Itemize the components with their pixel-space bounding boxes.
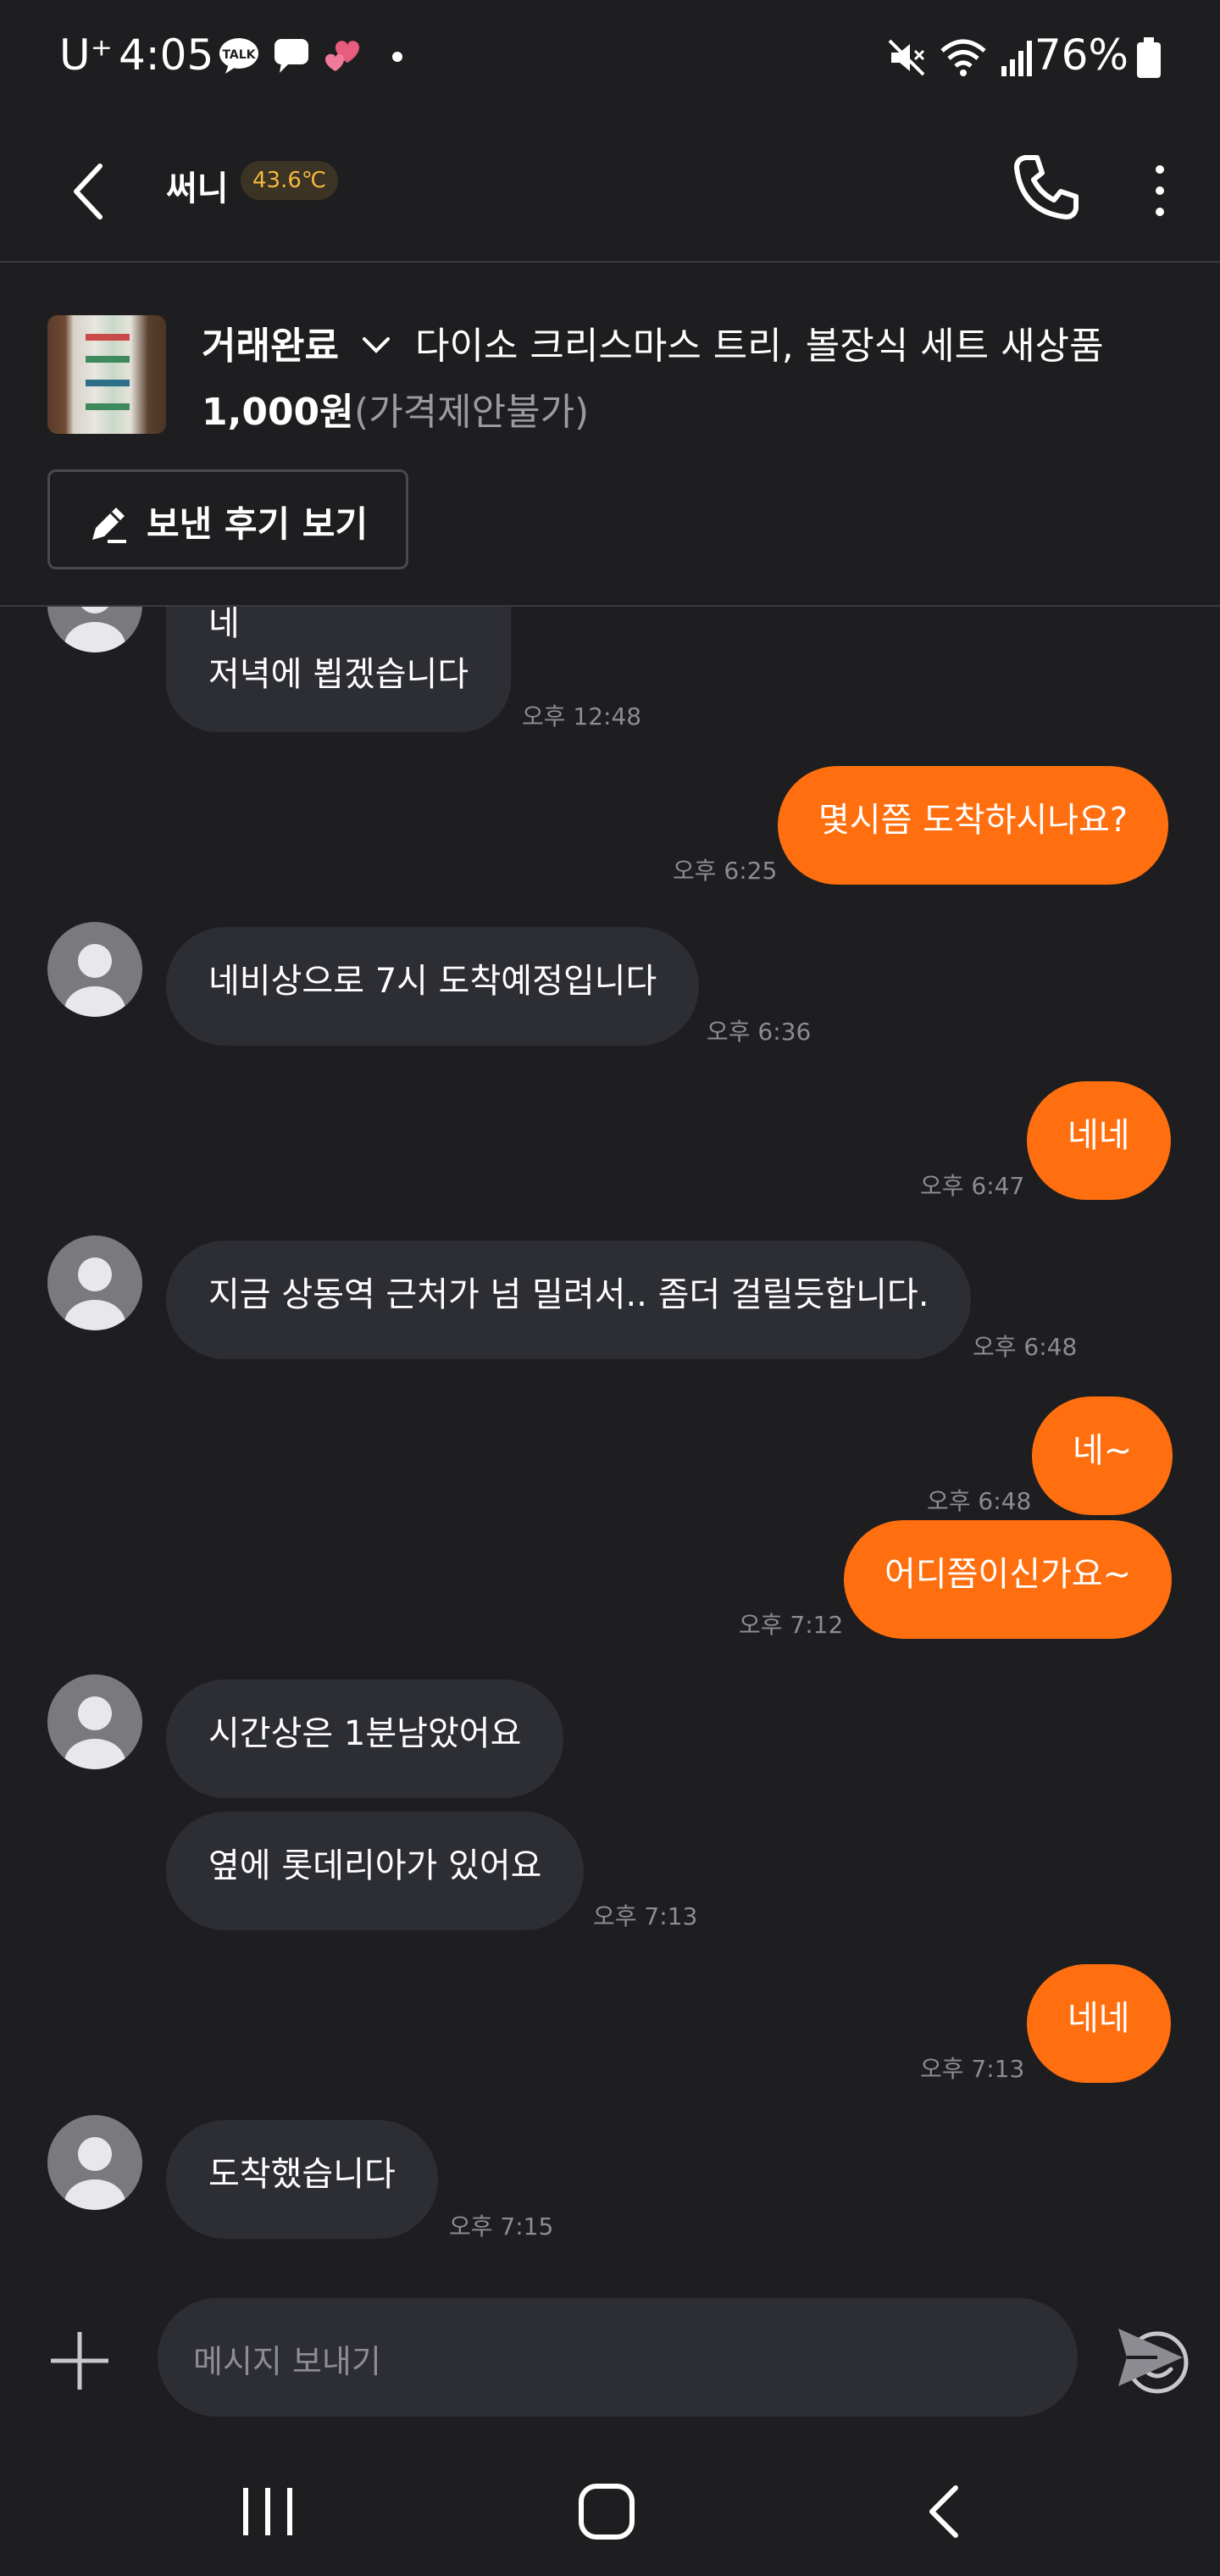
message-input-placeholder: 메시지 보내기 bbox=[193, 2343, 381, 2380]
manner-temperature-badge: 43.6℃ bbox=[241, 161, 339, 200]
svg-text:TALK: TALK bbox=[222, 48, 256, 62]
message-timestamp: 오후 7:13 bbox=[920, 2055, 1025, 2083]
pencil-icon bbox=[92, 508, 126, 543]
incoming-message[interactable]: 네 저녁에 뵙겠습니다 bbox=[166, 607, 512, 732]
avatar[interactable] bbox=[47, 2115, 142, 2210]
back-arrow-icon[interactable] bbox=[56, 153, 132, 229]
avatar[interactable] bbox=[47, 1235, 142, 1330]
phone-icon[interactable] bbox=[1005, 144, 1090, 229]
chevron-down-icon[interactable] bbox=[359, 330, 393, 359]
message-timestamp: 오후 7:15 bbox=[449, 2212, 554, 2240]
status-bar: U⁺ 4:05 TALK 76% bbox=[0, 0, 1220, 119]
hearts-icon bbox=[325, 41, 359, 71]
message-timestamp: 오후 6:36 bbox=[707, 1018, 812, 1046]
message-timestamp: 오후 6:47 bbox=[920, 1172, 1025, 1200]
message-timestamp: 오후 6:25 bbox=[673, 857, 778, 885]
incoming-message[interactable]: 시간상은 1분남았어요 bbox=[166, 1679, 564, 1798]
view-sent-review-button[interactable]: 보낸 후기 보기 bbox=[47, 469, 408, 569]
message-input-bar: 메시지 보내기 bbox=[0, 2293, 1220, 2432]
incoming-message[interactable]: 네비상으로 7시 도착예정입니다 bbox=[166, 927, 700, 1046]
trade-status-dropdown[interactable]: 거래완료 bbox=[202, 315, 339, 369]
incoming-message[interactable]: 도착했습니다 bbox=[166, 2120, 438, 2239]
product-price: 1,000원 bbox=[202, 391, 354, 434]
more-vertical-icon[interactable] bbox=[1139, 153, 1181, 229]
view-sent-review-label: 보낸 후기 보기 bbox=[147, 503, 369, 545]
chat-partner-name[interactable]: 써니 bbox=[166, 161, 229, 210]
outgoing-message[interactable]: 네네 bbox=[1027, 1964, 1171, 2083]
message-line: 네 bbox=[208, 607, 240, 643]
message-timestamp: 오후 6:48 bbox=[927, 1487, 1032, 1515]
dot-icon bbox=[392, 52, 402, 62]
chat-icon bbox=[274, 39, 308, 73]
send-icon[interactable] bbox=[1115, 2322, 1186, 2393]
outgoing-message[interactable]: 어디쯤이신가요~ bbox=[844, 1520, 1173, 1639]
outgoing-message[interactable]: 네~ bbox=[1032, 1396, 1173, 1515]
talk-icon: TALK bbox=[219, 38, 258, 74]
mute-icon bbox=[888, 39, 925, 76]
recent-apps-icon[interactable] bbox=[234, 2478, 302, 2545]
product-thumbnail[interactable] bbox=[47, 315, 166, 434]
avatar[interactable] bbox=[47, 1674, 142, 1769]
status-time: 4:05 bbox=[119, 31, 214, 80]
carrier-label: U⁺ bbox=[59, 31, 113, 80]
system-nav-bar bbox=[0, 2432, 1220, 2576]
message-timestamp: 오후 7:13 bbox=[593, 1902, 698, 1930]
avatar[interactable] bbox=[47, 607, 142, 652]
battery-icon bbox=[1137, 37, 1161, 78]
wifi-icon bbox=[940, 39, 986, 76]
message-timestamp: 오후 7:12 bbox=[739, 1611, 844, 1639]
avatar[interactable] bbox=[47, 922, 142, 1017]
message-timestamp: 오후 12:48 bbox=[522, 702, 642, 730]
incoming-message[interactable]: 지금 상동역 근처가 넘 밀려서.. 좀더 걸릴듯합니다. bbox=[166, 1241, 972, 1359]
plus-icon[interactable] bbox=[46, 2327, 114, 2395]
app-bar: 써니 43.6℃ bbox=[0, 119, 1220, 263]
outgoing-message[interactable]: 몇시쯤 도착하시나요? bbox=[778, 766, 1169, 885]
price-note: (가격제안불가) bbox=[354, 391, 590, 434]
message-input[interactable]: 메시지 보내기 bbox=[158, 2298, 1189, 2417]
home-icon[interactable] bbox=[573, 2478, 640, 2545]
incoming-message[interactable]: 옆에 롯데리아가 있어요 bbox=[166, 1812, 585, 1930]
product-info: 거래완료 다이소 크리스마스 트리, 볼장식 세트 새상품 1,000원 (가격… bbox=[0, 263, 1220, 607]
product-title: 다이소 크리스마스 트리, 볼장식 세트 새상품 bbox=[415, 325, 1104, 368]
message-line: 저녁에 뵙겠습니다 bbox=[208, 655, 469, 694]
signal-icon bbox=[1001, 41, 1032, 76]
battery-percent: 76% bbox=[1034, 31, 1128, 80]
back-icon[interactable] bbox=[912, 2478, 979, 2545]
outgoing-message[interactable]: 네네 bbox=[1027, 1081, 1171, 1200]
chat-messages[interactable]: 네 저녁에 뵙겠습니다 오후 12:48 오후 6:25 몇시쯤 도착하시나요?… bbox=[0, 607, 1220, 2293]
message-timestamp: 오후 6:48 bbox=[973, 1333, 1078, 1361]
